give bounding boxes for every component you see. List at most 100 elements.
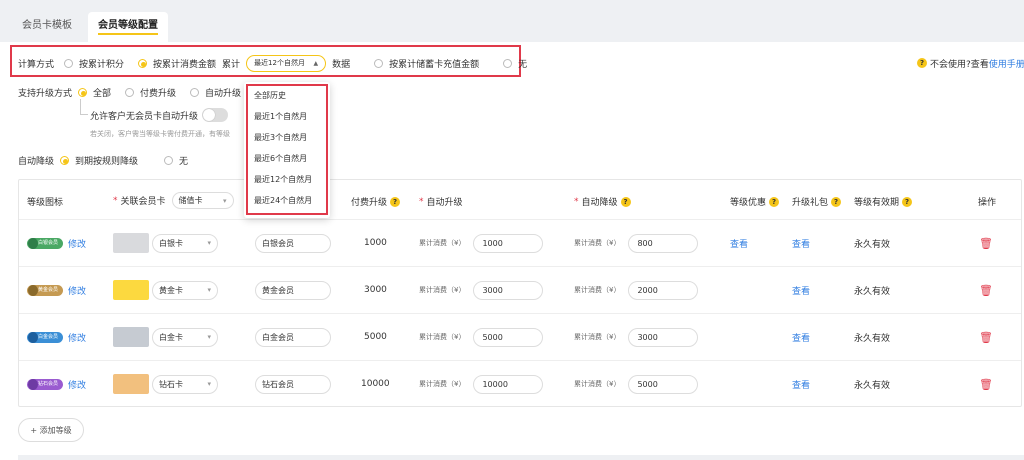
validity: 永久有效 xyxy=(854,286,891,297)
card-select-box[interactable]: 钻石卡 ▾ xyxy=(152,374,218,394)
radio-downgrade-rule[interactable] xyxy=(60,155,70,165)
card-swatch xyxy=(113,314,149,360)
level-name-box[interactable]: 黄金会员 xyxy=(255,280,331,300)
required-mark: * xyxy=(574,196,579,207)
card-select[interactable]: 黄金卡 ▾ xyxy=(152,267,218,313)
card-select-box[interactable]: 白银卡 ▾ xyxy=(152,233,218,253)
chevron-down-icon: ▾ xyxy=(207,239,211,247)
tab-label: 会员等级配置 xyxy=(98,20,158,35)
accumulate-label: 累计 xyxy=(222,59,241,70)
th-auto-down: * 自动降级 ? xyxy=(574,195,634,208)
option-consumption: 按累计消费金额 xyxy=(153,59,217,70)
auto-down-input[interactable]: 2000 xyxy=(628,280,699,300)
radio-upgrade-paid[interactable] xyxy=(125,87,135,97)
edit-link[interactable]: 修改 xyxy=(68,220,86,266)
auto-up-input[interactable]: 10000 xyxy=(473,374,544,394)
radio-downgrade-none[interactable] xyxy=(164,155,174,165)
level-name-box[interactable]: 钻石会员 xyxy=(255,374,331,394)
card-select-box[interactable]: 白金卡 ▾ xyxy=(152,327,218,347)
card-type-filter[interactable]: 储值卡 ▾ xyxy=(171,192,234,209)
level-name-box[interactable]: 白金会员 xyxy=(255,327,331,347)
badge-label: 钻石会员 xyxy=(27,378,63,390)
trash-icon[interactable]: 🗑 xyxy=(979,220,993,266)
auto-down-field: 累计消费（¥） 800 xyxy=(574,220,699,266)
period-value: 最近12个自然月 xyxy=(254,59,305,67)
auto-up-field: 累计消费（¥） 1000 xyxy=(419,220,544,266)
radio-none[interactable] xyxy=(503,58,513,68)
manual-link[interactable]: 使用手册 xyxy=(989,57,1024,70)
auto-down-field: 累计消费（¥） 3000 xyxy=(574,314,699,360)
auto-down-input[interactable]: 3000 xyxy=(628,327,699,347)
radio-stored-value[interactable] xyxy=(374,58,384,68)
trash-icon[interactable]: 🗑 xyxy=(979,267,993,313)
card-select-box[interactable]: 黄金卡 ▾ xyxy=(152,280,218,300)
th-card-label: 关联会员卡 xyxy=(120,197,166,207)
tab-label: 会员卡模板 xyxy=(22,20,72,31)
th-benefit: 等级优惠 ? xyxy=(730,195,782,208)
paid-price: 3000 xyxy=(364,285,387,295)
auto-up-label: 累计消费（¥） xyxy=(419,333,466,341)
level-name-box[interactable]: 白银会员 xyxy=(255,233,331,253)
level-name-input[interactable]: 白银会员 xyxy=(255,220,331,266)
auto-up-input[interactable]: 1000 xyxy=(473,233,544,253)
level-name-input[interactable]: 白金会员 xyxy=(255,314,331,360)
auto-down-value: 5000 xyxy=(637,379,658,389)
paid-price: 5000 xyxy=(364,332,387,342)
card-select[interactable]: 钻石卡 ▾ xyxy=(152,361,218,407)
th-validity: 等级有效期 ? xyxy=(854,195,915,208)
auto-down-label: 累计消费（¥） xyxy=(574,239,621,247)
upgrade-hint-text: 若关闭，客户需当等级卡需付费开通，有等级 xyxy=(90,130,230,138)
auto-down-input[interactable]: 800 xyxy=(628,233,699,253)
level-name-input[interactable]: 黄金会员 xyxy=(255,267,331,313)
radio-upgrade-all[interactable] xyxy=(78,87,88,97)
benefit-link[interactable]: 查看 xyxy=(730,220,748,266)
card-select[interactable]: 白银卡 ▾ xyxy=(152,220,218,266)
data-suffix: 数据 xyxy=(332,59,351,70)
paid-price: 10000 xyxy=(361,379,390,389)
table-row: 钻石会员 修改 钻石卡 ▾ 钻石会员 10000 累计消费（¥） 10000 累计消… xyxy=(19,361,1021,408)
table-row: 黄金会员 修改 黄金卡 ▾ 黄金会员 3000 累计消费（¥） 3000 累计消费（… xyxy=(19,267,1021,314)
allow-auto-upgrade-toggle[interactable] xyxy=(202,108,229,122)
level-name-input[interactable]: 钻石会员 xyxy=(255,361,331,407)
radio-upgrade-auto[interactable] xyxy=(190,87,200,97)
upgrade-method-row: 支持升级方式 全部 付费升级 自动升级 xyxy=(18,86,241,99)
trash-icon[interactable]: 🗑 xyxy=(979,361,993,407)
help-row: ? 不会使用?查看 使用手册 xyxy=(917,57,1024,70)
option-none: 无 xyxy=(518,59,528,70)
gift-link[interactable]: 查看 xyxy=(792,314,810,360)
card-select-value: 钻石卡 xyxy=(159,379,183,389)
chevron-down-icon: ▾ xyxy=(223,196,227,205)
trash-icon[interactable]: 🗑 xyxy=(979,314,993,360)
edit-link[interactable]: 修改 xyxy=(68,361,86,407)
required-mark: * xyxy=(419,196,424,207)
edit-link[interactable]: 修改 xyxy=(68,314,86,360)
level-name-value: 白金会员 xyxy=(262,332,294,342)
th-auto-up: * 自动升级 xyxy=(419,195,463,209)
th-auto-up-label: 自动升级 xyxy=(426,198,463,208)
gift-link[interactable]: 查看 xyxy=(792,361,810,407)
card-select[interactable]: 白金卡 ▾ xyxy=(152,314,218,360)
gift-link[interactable]: 查看 xyxy=(792,220,810,266)
period-select[interactable]: 最近12个自然月 ▲ xyxy=(246,54,327,72)
tab-level-config[interactable]: 会员等级配置 xyxy=(88,12,168,42)
tab-card-template[interactable]: 会员卡模板 xyxy=(12,12,82,42)
edit-link[interactable]: 修改 xyxy=(68,267,86,313)
auto-up-input[interactable]: 3000 xyxy=(473,280,544,300)
upgrade-label: 支持升级方式 xyxy=(18,88,73,99)
radio-consumption[interactable] xyxy=(138,58,148,68)
downgrade-none: 无 xyxy=(179,156,189,167)
auto-down-input[interactable]: 5000 xyxy=(628,374,699,394)
paid-price: 1000 xyxy=(364,238,387,248)
gift-link[interactable]: 查看 xyxy=(792,267,810,313)
card-swatch xyxy=(113,220,149,266)
auto-up-input[interactable]: 5000 xyxy=(473,327,544,347)
th-icon: 等级图标 xyxy=(27,195,63,208)
auto-down-label: 累计消费（¥） xyxy=(574,380,621,388)
add-level-button[interactable]: + 添加等级 xyxy=(18,418,84,442)
radio-points[interactable] xyxy=(64,58,74,68)
th-validity-label: 等级有效期 xyxy=(854,198,900,208)
card-swatch xyxy=(113,361,149,407)
tree-connector xyxy=(80,99,88,115)
th-icon-label: 等级图标 xyxy=(27,198,64,208)
downgrade-rule: 到期按规则降级 xyxy=(75,156,139,167)
